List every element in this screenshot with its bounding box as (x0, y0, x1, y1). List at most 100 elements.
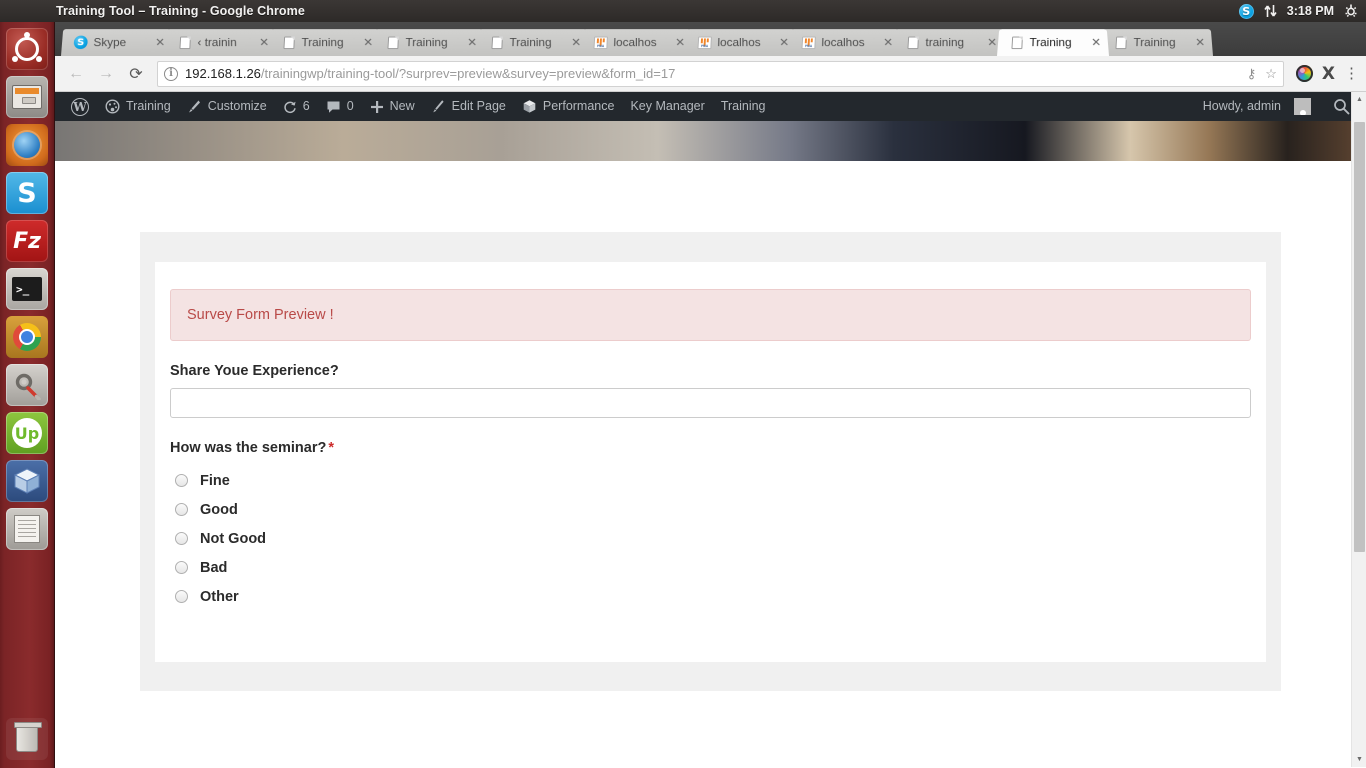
tab-close-icon[interactable]: ✕ (778, 36, 790, 49)
tab-close-icon[interactable]: ✕ (1194, 36, 1206, 49)
site-name-label: Training (126, 99, 171, 114)
upwork-icon[interactable]: Up (6, 412, 48, 454)
network-tray-icon[interactable] (1264, 4, 1277, 18)
firefox-icon[interactable] (6, 124, 48, 166)
experience-input[interactable] (170, 388, 1251, 418)
tab-close-icon[interactable]: ✕ (466, 36, 478, 49)
pencil-icon (431, 99, 446, 114)
performance-menu[interactable]: Performance (514, 92, 623, 121)
tab-close-icon[interactable]: ✕ (362, 36, 374, 49)
wordpress-logo-icon: W (71, 97, 89, 116)
session-gear-icon[interactable] (1344, 4, 1358, 18)
scrollbar-thumb[interactable] (1354, 122, 1365, 552)
browser-tab[interactable]: Training ✕ (1101, 29, 1213, 56)
browser-tab[interactable]: S Skype ✕ (61, 29, 173, 56)
edit-page-menu[interactable]: Edit Page (423, 92, 514, 121)
wp-logo-menu[interactable]: W (63, 92, 97, 121)
settings-icon[interactable] (6, 364, 48, 406)
radio-button[interactable] (175, 590, 188, 603)
save-password-icon[interactable]: ⚷ (1247, 66, 1257, 82)
scroll-up-arrow[interactable]: ▲ (1352, 92, 1366, 107)
training-label: Training (720, 99, 766, 114)
updates-menu[interactable]: 6 (275, 92, 318, 121)
clock[interactable]: 3:18 PM (1287, 4, 1334, 18)
forward-button[interactable]: → (93, 61, 119, 87)
ubuntu-dash-icon[interactable] (6, 28, 48, 70)
reload-button[interactable]: ⟳ (123, 61, 149, 87)
tab-strip: S Skype ✕ ‹ trainin ✕ Training ✕ Trainin… (55, 22, 1366, 56)
browser-tab-active[interactable]: Training ✕ (997, 29, 1109, 56)
radio-option[interactable]: Good (170, 495, 1251, 524)
tab-close-icon[interactable]: ✕ (570, 36, 582, 49)
chrome-icon[interactable] (6, 316, 48, 358)
field-label-seminar-text: How was the seminar? (170, 440, 327, 456)
extension-x-icon[interactable]: X (1322, 64, 1335, 84)
page-scrollbar[interactable]: ▲ ▼ (1351, 92, 1366, 767)
training-menu[interactable]: Training (713, 92, 774, 121)
key-manager-label: Key Manager (630, 99, 705, 114)
radio-button[interactable] (175, 561, 188, 574)
site-header-banner (55, 121, 1366, 161)
comments-menu[interactable]: 0 (318, 92, 362, 121)
unity-launcher: S Fz >_ Up (0, 22, 55, 768)
tab-title: Training (405, 35, 448, 50)
url-path: /trainingwp/training-tool/?surprev=previ… (260, 66, 676, 81)
customize-label: Customize (207, 99, 267, 114)
wordpress-admin-bar: W Training Customize 6 0 New Edit Page P… (55, 92, 1366, 121)
address-bar[interactable]: i 192.168.1.26 /trainingwp/training-tool… (157, 60, 1284, 87)
browser-tab[interactable]: localhos ✕ (581, 29, 693, 56)
page-favicon (385, 36, 399, 49)
tab-close-icon[interactable]: ✕ (986, 36, 998, 49)
tab-close-icon[interactable]: ✕ (1090, 36, 1102, 49)
radio-option[interactable]: Bad (170, 553, 1251, 582)
browser-tab[interactable]: Training ✕ (269, 29, 381, 56)
browser-tab[interactable]: Training ✕ (373, 29, 485, 56)
chrome-menu-icon[interactable]: ⋮ (1344, 66, 1359, 81)
skype-icon[interactable]: S (6, 172, 48, 214)
terminal-icon[interactable]: >_ (6, 268, 48, 310)
back-button[interactable]: ← (63, 61, 89, 87)
my-account-menu[interactable]: Howdy, admin (1195, 92, 1311, 121)
text-editor-icon[interactable] (6, 508, 48, 550)
filezilla-icon[interactable]: Fz (6, 220, 48, 262)
radio-button[interactable] (175, 503, 188, 516)
seminar-radio-group: Fine Good Not Good Bad Other (170, 466, 1251, 611)
radio-option-label: Not Good (200, 530, 267, 547)
page-favicon (489, 36, 503, 49)
browser-tab[interactable]: ‹ trainin ✕ (165, 29, 277, 56)
tab-close-icon[interactable]: ✕ (882, 36, 894, 49)
site-info-icon[interactable]: i (164, 66, 178, 81)
customize-menu[interactable]: Customize (179, 92, 275, 121)
browser-tab[interactable]: Training ✕ (477, 29, 589, 56)
radio-option[interactable]: Fine (170, 466, 1251, 495)
trash-icon[interactable] (6, 718, 48, 760)
radio-button[interactable] (175, 474, 188, 487)
site-name-menu[interactable]: Training (97, 92, 179, 121)
bookmark-star-icon[interactable]: ☆ (1265, 66, 1277, 82)
tab-close-icon[interactable]: ✕ (674, 36, 686, 49)
edit-page-label: Edit Page (451, 99, 506, 114)
updates-count: 6 (302, 99, 310, 114)
tab-title: ‹ trainin (197, 35, 237, 50)
virtualbox-icon[interactable] (6, 460, 48, 502)
browser-tab[interactable]: localhos ✕ (789, 29, 901, 56)
form-field-radio: How was the seminar? * Fine Good Not Goo… (170, 440, 1251, 611)
colorpick-extension-icon[interactable] (1295, 65, 1313, 82)
files-icon[interactable] (6, 76, 48, 118)
scroll-down-arrow[interactable]: ▼ (1352, 752, 1366, 767)
key-manager-menu[interactable]: Key Manager (622, 92, 712, 121)
new-content-menu[interactable]: New (362, 92, 423, 121)
skype-tray-icon[interactable] (1238, 3, 1254, 19)
phpmyadmin-favicon (697, 36, 712, 49)
browser-tab[interactable]: training ✕ (893, 29, 1005, 56)
tab-close-icon[interactable]: ✕ (258, 36, 270, 49)
phpmyadmin-favicon (593, 36, 608, 49)
phpmyadmin-favicon (801, 36, 816, 49)
radio-button[interactable] (175, 532, 188, 545)
page-favicon (281, 36, 295, 49)
radio-option[interactable]: Not Good (170, 524, 1251, 553)
radio-option[interactable]: Other (170, 582, 1251, 611)
browser-tab[interactable]: localhos ✕ (685, 29, 797, 56)
page-content: Survey Form Preview ! Share Youe Experie… (55, 161, 1366, 767)
tab-close-icon[interactable]: ✕ (154, 36, 166, 49)
